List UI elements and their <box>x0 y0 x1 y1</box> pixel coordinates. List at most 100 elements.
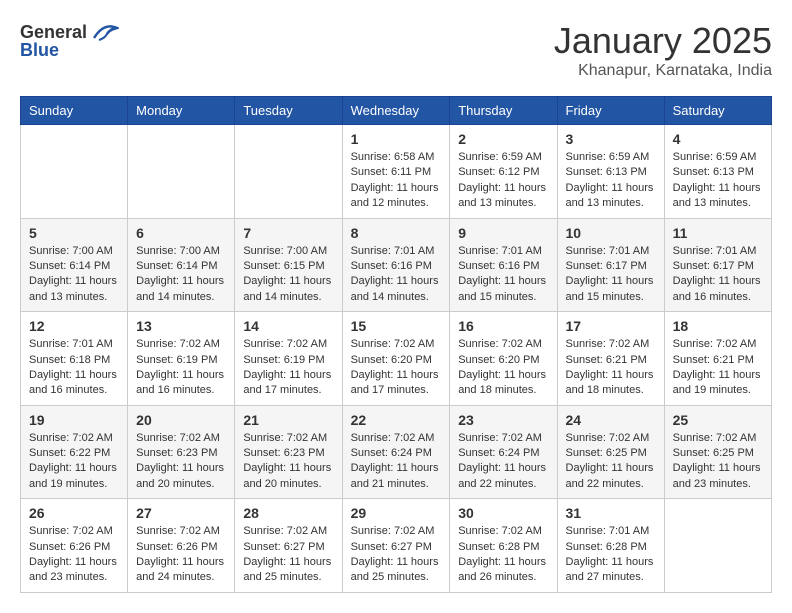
week-row-3: 12 Sunrise: 7:01 AMSunset: 6:18 PMDayligh… <box>21 312 772 406</box>
day-number: 8 <box>351 225 442 241</box>
day-info: Sunrise: 7:02 AMSunset: 6:28 PMDaylight:… <box>458 524 548 586</box>
day-info: Sunrise: 7:02 AMSunset: 6:26 PMDaylight:… <box>136 524 226 586</box>
day-cell <box>128 125 235 219</box>
logo-bird-icon <box>89 20 119 44</box>
day-cell: 21 Sunrise: 7:02 AMSunset: 6:23 PMDayligh… <box>235 405 342 499</box>
weekday-header-thursday: Thursday <box>450 97 557 125</box>
weekday-header-monday: Monday <box>128 97 235 125</box>
day-number: 17 <box>566 318 656 334</box>
logo-text-blue: Blue <box>20 40 59 61</box>
day-number: 10 <box>566 225 656 241</box>
title-area: January 2025 Khanapur, Karnataka, India <box>554 20 772 80</box>
day-cell: 10Sunrise: 7:01 AMSunset: 6:17 PMDayligh… <box>557 218 664 312</box>
week-row-2: 5 Sunrise: 7:00 AMSunset: 6:14 PMDaylight… <box>21 218 772 312</box>
logo: General Blue <box>20 20 119 61</box>
day-number: 30 <box>458 505 548 521</box>
day-number: 13 <box>136 318 226 334</box>
day-info: Sunrise: 6:59 AMSunset: 6:12 PMDaylight:… <box>458 150 548 212</box>
day-cell: 6 Sunrise: 7:00 AMSunset: 6:14 PMDaylight… <box>128 218 235 312</box>
day-info: Sunrise: 7:00 AMSunset: 6:14 PMDaylight:… <box>136 244 226 306</box>
day-cell: 5 Sunrise: 7:00 AMSunset: 6:14 PMDaylight… <box>21 218 128 312</box>
weekday-header-friday: Friday <box>557 97 664 125</box>
day-info: Sunrise: 7:02 AMSunset: 6:26 PMDaylight:… <box>29 524 119 586</box>
week-row-4: 19 Sunrise: 7:02 AMSunset: 6:22 PMDayligh… <box>21 405 772 499</box>
day-number: 21 <box>243 412 333 428</box>
day-info: Sunrise: 7:02 AMSunset: 6:27 PMDaylight:… <box>243 524 333 586</box>
day-cell: 31 Sunrise: 7:01 AMSunset: 6:28 PMDayligh… <box>557 499 664 593</box>
calendar-table: SundayMondayTuesdayWednesdayThursdayFrid… <box>20 96 772 593</box>
day-number: 29 <box>351 505 442 521</box>
day-info: Sunrise: 7:02 AMSunset: 6:21 PMDaylight:… <box>673 337 763 399</box>
day-info: Sunrise: 6:59 AMSunset: 6:13 PMDaylight:… <box>566 150 656 212</box>
day-cell: 25 Sunrise: 7:02 AMSunset: 6:25 PMDayligh… <box>664 405 771 499</box>
day-cell: 9Sunrise: 7:01 AMSunset: 6:16 PMDaylight… <box>450 218 557 312</box>
day-number: 26 <box>29 505 119 521</box>
day-info: Sunrise: 7:02 AMSunset: 6:22 PMDaylight:… <box>29 431 119 493</box>
weekday-header-row: SundayMondayTuesdayWednesdayThursdayFrid… <box>21 97 772 125</box>
day-cell: 18 Sunrise: 7:02 AMSunset: 6:21 PMDayligh… <box>664 312 771 406</box>
day-number: 2 <box>458 131 548 147</box>
day-info: Sunrise: 7:02 AMSunset: 6:25 PMDaylight:… <box>673 431 763 493</box>
day-cell: 4 Sunrise: 6:59 AMSunset: 6:13 PMDaylight… <box>664 125 771 219</box>
day-info: Sunrise: 7:00 AMSunset: 6:14 PMDaylight:… <box>29 244 119 306</box>
day-info: Sunrise: 7:02 AMSunset: 6:24 PMDaylight:… <box>458 431 548 493</box>
day-cell: 19 Sunrise: 7:02 AMSunset: 6:22 PMDayligh… <box>21 405 128 499</box>
day-cell: 23Sunrise: 7:02 AMSunset: 6:24 PMDayligh… <box>450 405 557 499</box>
day-cell: 27 Sunrise: 7:02 AMSunset: 6:26 PMDayligh… <box>128 499 235 593</box>
day-info: Sunrise: 7:01 AMSunset: 6:18 PMDaylight:… <box>29 337 119 399</box>
location-subtitle: Khanapur, Karnataka, India <box>554 62 772 80</box>
day-info: Sunrise: 7:02 AMSunset: 6:23 PMDaylight:… <box>243 431 333 493</box>
day-cell: 26 Sunrise: 7:02 AMSunset: 6:26 PMDayligh… <box>21 499 128 593</box>
day-number: 25 <box>673 412 763 428</box>
day-number: 19 <box>29 412 119 428</box>
week-row-1: 1 Sunrise: 6:58 AMSunset: 6:11 PMDaylight… <box>21 125 772 219</box>
weekday-header-sunday: Sunday <box>21 97 128 125</box>
day-info: Sunrise: 7:02 AMSunset: 6:19 PMDaylight:… <box>243 337 333 399</box>
day-info: Sunrise: 7:00 AMSunset: 6:15 PMDaylight:… <box>243 244 333 306</box>
day-number: 18 <box>673 318 763 334</box>
day-number: 6 <box>136 225 226 241</box>
day-cell: 28Sunrise: 7:02 AMSunset: 6:27 PMDayligh… <box>235 499 342 593</box>
day-info: Sunrise: 6:59 AMSunset: 6:13 PMDaylight:… <box>673 150 763 212</box>
day-cell: 7 Sunrise: 7:00 AMSunset: 6:15 PMDaylight… <box>235 218 342 312</box>
day-info: Sunrise: 7:02 AMSunset: 6:21 PMDaylight:… <box>566 337 656 399</box>
day-info: Sunrise: 7:02 AMSunset: 6:19 PMDaylight:… <box>136 337 226 399</box>
day-info: Sunrise: 7:02 AMSunset: 6:27 PMDaylight:… <box>351 524 442 586</box>
day-info: Sunrise: 7:01 AMSunset: 6:16 PMDaylight:… <box>458 244 548 306</box>
day-number: 11 <box>673 225 763 241</box>
day-cell: 1 Sunrise: 6:58 AMSunset: 6:11 PMDaylight… <box>342 125 450 219</box>
day-cell: 15Sunrise: 7:02 AMSunset: 6:20 PMDayligh… <box>342 312 450 406</box>
day-number: 24 <box>566 412 656 428</box>
day-cell: 20 Sunrise: 7:02 AMSunset: 6:23 PMDayligh… <box>128 405 235 499</box>
day-number: 16 <box>458 318 548 334</box>
day-number: 20 <box>136 412 226 428</box>
weekday-header-wednesday: Wednesday <box>342 97 450 125</box>
day-cell <box>664 499 771 593</box>
day-info: Sunrise: 7:02 AMSunset: 6:20 PMDaylight:… <box>351 337 442 399</box>
day-cell <box>235 125 342 219</box>
day-info: Sunrise: 6:58 AMSunset: 6:11 PMDaylight:… <box>351 150 442 212</box>
day-cell: 2 Sunrise: 6:59 AMSunset: 6:12 PMDaylight… <box>450 125 557 219</box>
week-row-5: 26 Sunrise: 7:02 AMSunset: 6:26 PMDayligh… <box>21 499 772 593</box>
day-cell: 22 Sunrise: 7:02 AMSunset: 6:24 PMDayligh… <box>342 405 450 499</box>
day-number: 7 <box>243 225 333 241</box>
page-header: General Blue January 2025 Khanapur, Karn… <box>20 20 772 80</box>
day-info: Sunrise: 7:01 AMSunset: 6:28 PMDaylight:… <box>566 524 656 586</box>
day-number: 12 <box>29 318 119 334</box>
day-number: 5 <box>29 225 119 241</box>
day-cell: 8 Sunrise: 7:01 AMSunset: 6:16 PMDaylight… <box>342 218 450 312</box>
day-cell: 12 Sunrise: 7:01 AMSunset: 6:18 PMDayligh… <box>21 312 128 406</box>
day-info: Sunrise: 7:01 AMSunset: 6:16 PMDaylight:… <box>351 244 442 306</box>
day-number: 22 <box>351 412 442 428</box>
day-number: 27 <box>136 505 226 521</box>
day-cell: 30 Sunrise: 7:02 AMSunset: 6:28 PMDayligh… <box>450 499 557 593</box>
day-number: 31 <box>566 505 656 521</box>
day-number: 1 <box>351 131 442 147</box>
day-cell: 13 Sunrise: 7:02 AMSunset: 6:19 PMDayligh… <box>128 312 235 406</box>
day-info: Sunrise: 7:02 AMSunset: 6:23 PMDaylight:… <box>136 431 226 493</box>
day-info: Sunrise: 7:02 AMSunset: 6:24 PMDaylight:… <box>351 431 442 493</box>
day-cell: 24Sunrise: 7:02 AMSunset: 6:25 PMDayligh… <box>557 405 664 499</box>
day-cell: 16 Sunrise: 7:02 AMSunset: 6:20 PMDayligh… <box>450 312 557 406</box>
day-number: 4 <box>673 131 763 147</box>
day-info: Sunrise: 7:02 AMSunset: 6:20 PMDaylight:… <box>458 337 548 399</box>
